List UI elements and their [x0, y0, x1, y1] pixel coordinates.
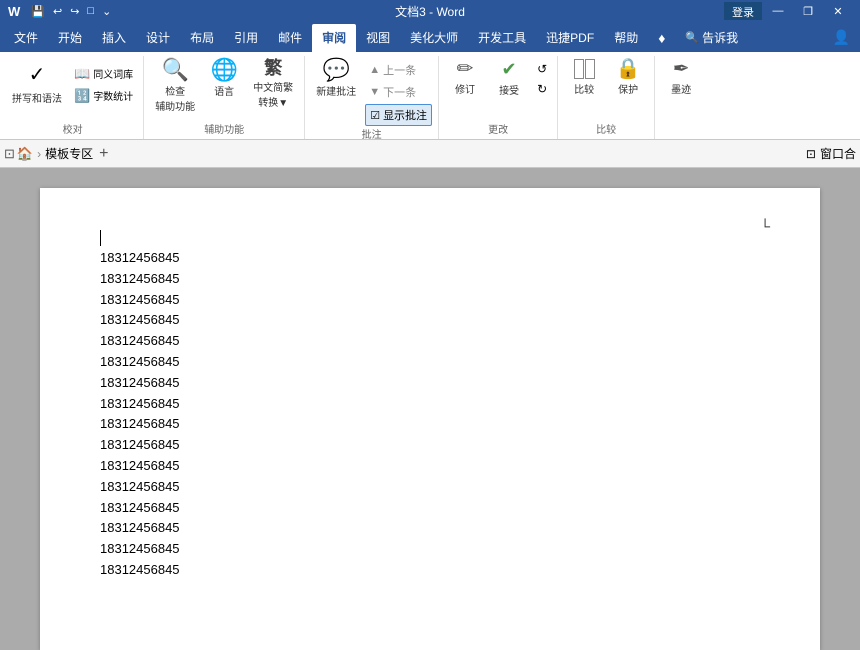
btn-spelling[interactable]: ✓ 拼写和语法	[8, 60, 66, 107]
doc-line-14[interactable]: 18312456845	[100, 518, 760, 539]
group-proofing: ✓ 拼写和语法 📖 同义词库 🔢 字数统计 校对	[2, 56, 144, 139]
nav-back-icon[interactable]: ⊡	[4, 146, 15, 162]
doc-line-16[interactable]: 18312456845	[100, 560, 760, 581]
doc-line-8[interactable]: 18312456845	[100, 394, 760, 415]
btn-track-changes[interactable]: ✏ 修订	[445, 56, 485, 99]
ribbon: ✓ 拼写和语法 📖 同义词库 🔢 字数统计 校对	[0, 52, 860, 140]
title-bar-left: W 💾 ↩ ↪ □ ⌄	[8, 3, 114, 20]
doc-line-10[interactable]: 18312456845	[100, 435, 760, 456]
tab-review[interactable]: 审阅	[312, 24, 356, 52]
group-accessibility: 🔍 检查辅助功能 🌐 语言 繁 中文简繁转换▼ 辅助功能	[144, 56, 305, 139]
qa-redo[interactable]: ↪	[67, 3, 82, 20]
group-changes-label: 更改	[445, 121, 551, 139]
tab-user[interactable]: 👤	[823, 24, 860, 52]
group-comment: 💬 新建批注 ▲ 上一条 ▼ 下一条 ☑ 显示批注 批注	[305, 56, 439, 139]
group-comment-content: 💬 新建批注 ▲ 上一条 ▼ 下一条 ☑ 显示批注	[311, 56, 432, 126]
group-ink-content: ✒ 墨迹	[661, 56, 701, 136]
minimize-button[interactable]: —	[764, 1, 792, 21]
title-bar: W 💾 ↩ ↪ □ ⌄ 文档3 - Word 登录 — ❐ ✕	[0, 0, 860, 22]
group-ink-label	[661, 136, 701, 139]
qa-save[interactable]: 💾	[28, 3, 48, 20]
btn-changes-2[interactable]: ↻	[533, 80, 551, 98]
btn-next-comment[interactable]: ▼ 下一条	[365, 82, 432, 102]
tab-view[interactable]: 视图	[356, 24, 400, 52]
group-proofing-content: ✓ 拼写和语法 📖 同义词库 🔢 字数统计	[8, 56, 137, 121]
btn-ink[interactable]: ✒ 墨迹	[661, 56, 701, 99]
tab-layout[interactable]: 布局	[180, 24, 224, 52]
doc-page[interactable]: └ 18312456845 18312456845 18312456845 18…	[40, 188, 820, 650]
toolbar-right: ⊡ 窗口合	[806, 145, 856, 162]
ribbon-tabs: 文件 开始 插入 设计 布局 引用 邮件 审阅 视图 美化大师 开发工具 迅捷P…	[0, 22, 860, 52]
title-bar-right: 登录 — ❐ ✕	[724, 1, 852, 21]
doc-line-13[interactable]: 18312456845	[100, 498, 760, 519]
breadcrumb-separator: ›	[37, 147, 41, 161]
doc-content[interactable]: 18312456845 18312456845 18312456845 1831…	[100, 228, 760, 581]
btn-accept[interactable]: ✔ 接受	[489, 56, 529, 100]
tab-help[interactable]: 帮助	[604, 24, 648, 52]
nav-home-icon[interactable]: 🏠	[17, 146, 33, 162]
group-proofing-label: 校对	[8, 121, 137, 139]
tab-design[interactable]: 设计	[136, 24, 180, 52]
doc-line-6[interactable]: 18312456845	[100, 352, 760, 373]
group-changes-content: ✏ 修订 ✔ 接受 ↺ ↻	[445, 56, 551, 121]
tab-file[interactable]: 文件	[4, 24, 48, 52]
doc-line-4[interactable]: 18312456845	[100, 310, 760, 331]
window-merge-btn[interactable]: 窗口合	[820, 145, 856, 162]
tab-insert[interactable]: 插入	[92, 24, 136, 52]
btn-simp-trad[interactable]: 繁 中文简繁转换▼	[248, 56, 298, 112]
close-button[interactable]: ✕	[824, 1, 852, 21]
qa-undo[interactable]: ↩	[50, 3, 65, 20]
tab-add-btn[interactable]: +	[99, 145, 108, 163]
title-bar-title: 文档3 - Word	[395, 3, 465, 20]
group-comment-label: 批注	[311, 126, 432, 144]
group-compare: 比较 🔒 保护 比较	[558, 56, 655, 139]
doc-line-11[interactable]: 18312456845	[100, 456, 760, 477]
doc-area: └ 18312456845 18312456845 18312456845 18…	[0, 168, 860, 650]
btn-wordcount[interactable]: 🔢 字数统计	[70, 86, 137, 106]
cursor-line	[100, 228, 760, 248]
text-cursor	[100, 230, 101, 246]
doc-line-5[interactable]: 18312456845	[100, 331, 760, 352]
qa-auto-save[interactable]: □	[84, 3, 97, 19]
quick-access-toolbar: 💾 ↩ ↪ □ ⌄	[28, 3, 114, 20]
btn-show-comments[interactable]: ☑ 显示批注	[365, 104, 432, 126]
word-icon: W	[8, 4, 20, 19]
doc-line-2[interactable]: 18312456845	[100, 269, 760, 290]
tab-tellme[interactable]: 🔍告诉我	[675, 24, 748, 52]
tab-pdf[interactable]: 迅捷PDF	[536, 24, 604, 52]
group-accessibility-label: 辅助功能	[150, 121, 298, 139]
group-compare-label: 比较	[564, 121, 648, 139]
qa-dropdown[interactable]: ⌄	[99, 3, 114, 20]
group-ink: ✒ 墨迹	[655, 56, 707, 139]
btn-prev-comment[interactable]: ▲ 上一条	[365, 60, 432, 80]
doc-line-9[interactable]: 18312456845	[100, 414, 760, 435]
tab-developer[interactable]: 开发工具	[468, 24, 536, 52]
btn-new-comment[interactable]: 💬 新建批注	[311, 56, 361, 101]
btn-changes-1[interactable]: ↺	[533, 60, 551, 78]
btn-thesaurus[interactable]: 📖 同义词库	[70, 64, 137, 84]
doc-line-15[interactable]: 18312456845	[100, 539, 760, 560]
toolbar-area: ⊡ 🏠 › 模板专区 + ⊡ 窗口合	[0, 140, 860, 168]
restore-button[interactable]: ❐	[794, 1, 822, 21]
group-accessibility-content: 🔍 检查辅助功能 🌐 语言 繁 中文简繁转换▼	[150, 56, 298, 121]
tab-diamond[interactable]: ♦	[648, 24, 675, 52]
btn-language[interactable]: 🌐 语言	[204, 56, 244, 101]
tab-references[interactable]: 引用	[224, 24, 268, 52]
btn-compare[interactable]: 比较	[564, 56, 604, 99]
group-changes: ✏ 修订 ✔ 接受 ↺ ↻ 更改	[439, 56, 558, 139]
doc-line-12[interactable]: 18312456845	[100, 477, 760, 498]
btn-check-accessibility[interactable]: 🔍 检查辅助功能	[150, 56, 200, 116]
btn-protect[interactable]: 🔒 保护	[608, 56, 648, 99]
doc-line-1[interactable]: 18312456845	[100, 248, 760, 269]
tab-mailing[interactable]: 邮件	[268, 24, 312, 52]
tab-home[interactable]: 开始	[48, 24, 92, 52]
tab-beautify[interactable]: 美化大师	[400, 24, 468, 52]
doc-line-7[interactable]: 18312456845	[100, 373, 760, 394]
group-compare-content: 比较 🔒 保护	[564, 56, 648, 121]
breadcrumb-item-template[interactable]: 模板专区	[45, 145, 93, 162]
corner-mark-right: └	[760, 218, 770, 234]
login-button[interactable]: 登录	[724, 2, 762, 20]
doc-line-3[interactable]: 18312456845	[100, 290, 760, 311]
window-icon[interactable]: ⊡	[806, 147, 816, 161]
